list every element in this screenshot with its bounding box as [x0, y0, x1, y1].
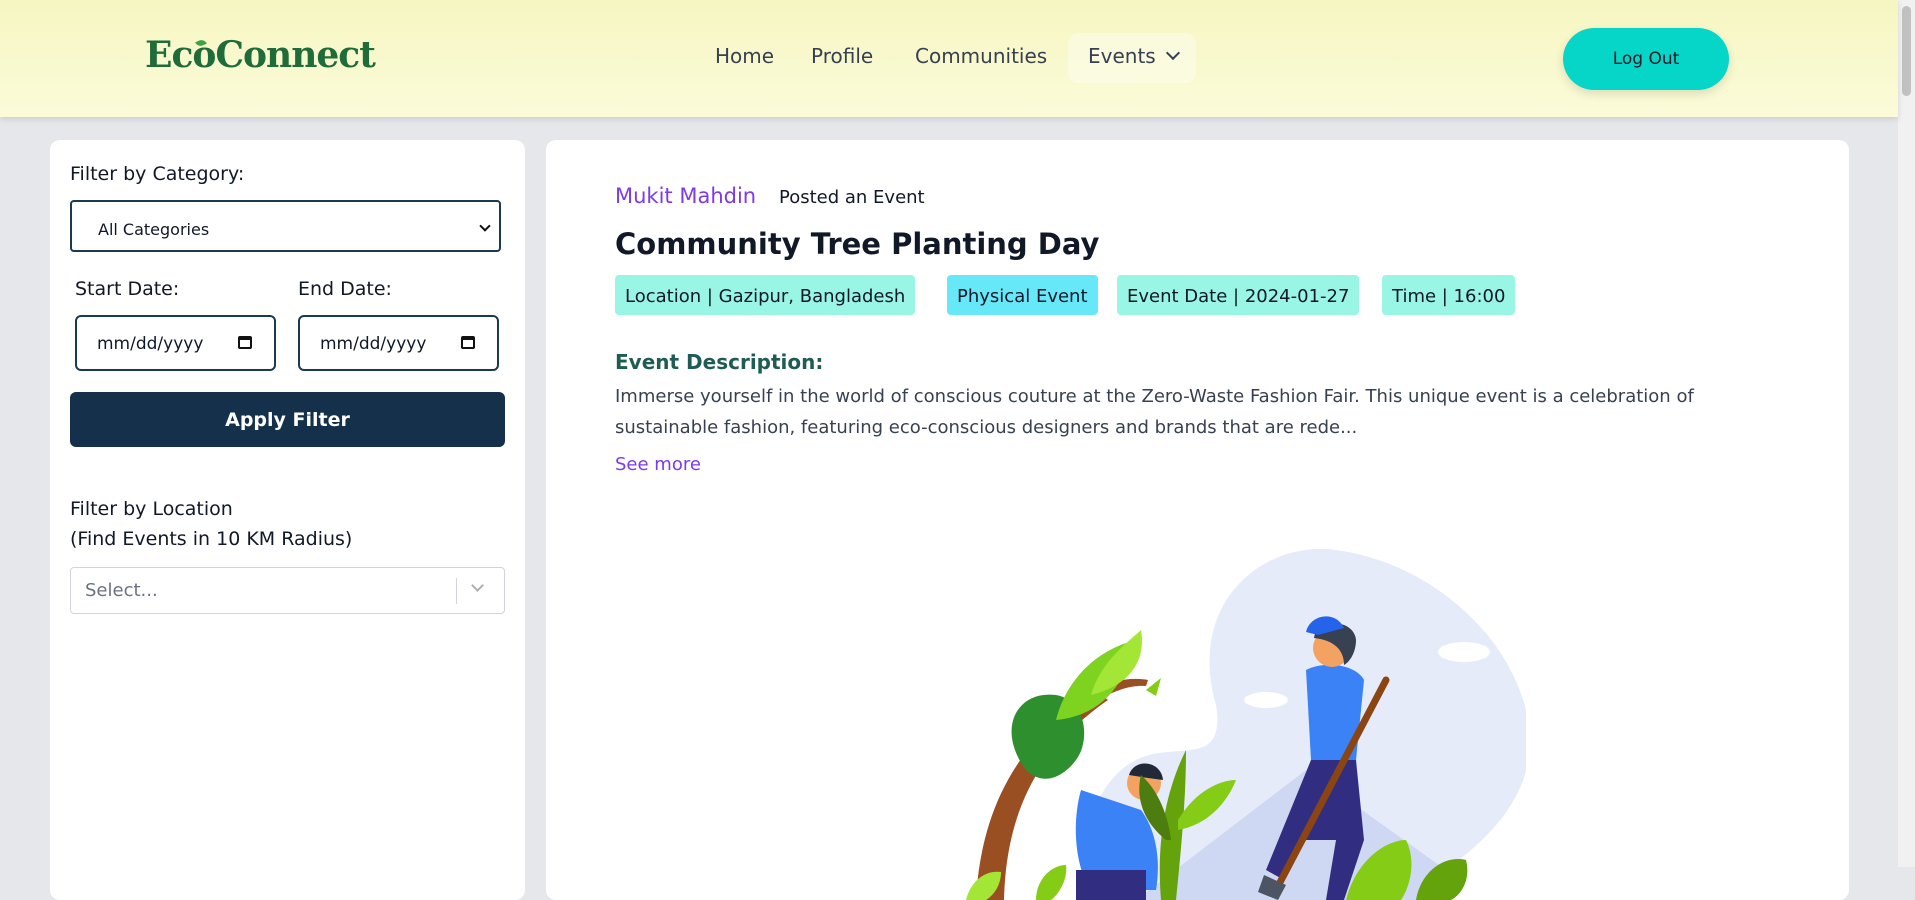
category-filter-label: Filter by Category: — [70, 163, 245, 185]
site-logo[interactable]: EcoConnect — [145, 34, 376, 76]
nav-events-label: Events — [1088, 44, 1156, 68]
event-title: Community Tree Planting Day — [615, 227, 1100, 261]
end-date-input[interactable]: mm/dd/yyyy — [298, 315, 499, 371]
filter-sidebar: Filter by Category: All Categories Start… — [50, 140, 525, 900]
location-select[interactable]: Select... — [70, 567, 505, 614]
location-filter-sublabel: (Find Events in 10 KM Radius) — [70, 528, 353, 550]
category-select[interactable]: All Categories — [70, 200, 501, 252]
chevron-down-icon — [1165, 45, 1180, 61]
description-heading: Event Description: — [615, 350, 824, 374]
event-date-tag: Event Date | 2024-01-27 — [1117, 275, 1360, 315]
start-date-label: Start Date: — [75, 278, 180, 300]
posted-text: Posted an Event — [779, 187, 925, 208]
apply-filter-button[interactable]: Apply Filter — [70, 392, 505, 447]
nav-home[interactable]: Home — [715, 44, 774, 68]
nav-events[interactable]: Events — [1088, 44, 1180, 68]
chevron-down-icon — [479, 220, 491, 232]
event-description: Immerse yourself in the world of conscio… — [615, 386, 1694, 438]
nav-communities[interactable]: Communities — [915, 44, 1047, 68]
scrollbar-thumb[interactable] — [1902, 6, 1911, 96]
calendar-icon[interactable] — [238, 336, 252, 349]
end-date-placeholder: mm/dd/yyyy — [320, 334, 427, 354]
location-filter-label: Filter by Location — [70, 498, 233, 520]
chevron-down-icon[interactable] — [471, 579, 484, 592]
event-author-link[interactable]: Mukit Mahdin — [615, 184, 756, 208]
start-date-input[interactable]: mm/dd/yyyy — [75, 315, 276, 371]
event-time-tag: Time | 16:00 — [1382, 275, 1516, 315]
calendar-icon[interactable] — [461, 336, 475, 349]
event-type-tag: Physical Event — [947, 275, 1098, 315]
location-select-placeholder: Select... — [85, 580, 158, 601]
location-tag: Location | Gazipur, Bangladesh — [615, 275, 916, 315]
scrollbar[interactable] — [1898, 0, 1915, 867]
logout-button[interactable]: Log Out — [1563, 28, 1729, 90]
category-select-value: All Categories — [98, 220, 210, 239]
tree-planting-illustration — [966, 548, 1526, 900]
end-date-label: End Date: — [298, 278, 392, 300]
nav-profile[interactable]: Profile — [811, 44, 873, 68]
see-more-link[interactable]: See more — [615, 454, 701, 475]
start-date-placeholder: mm/dd/yyyy — [97, 334, 204, 354]
top-navbar: EcoConnect Home Profile Communities Even… — [0, 0, 1898, 117]
event-card: Mukit Mahdin Posted an Event Community T… — [546, 140, 1849, 900]
select-divider — [456, 578, 457, 604]
